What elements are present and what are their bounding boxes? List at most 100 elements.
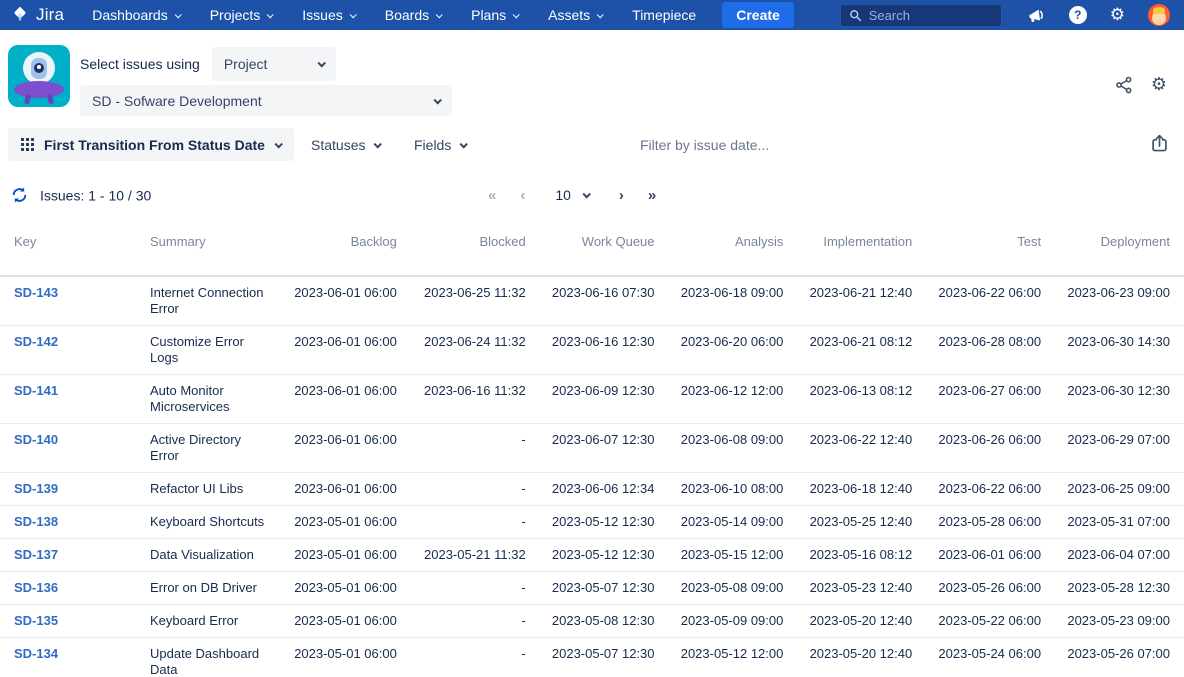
transition-date-cell: 2023-06-21 12:40 (809, 285, 913, 300)
transition-date-cell: 2023-06-30 12:30 (1055, 374, 1184, 424)
transition-date-cell: 2023-05-08 09:00 (668, 571, 798, 605)
issue-key-link[interactable]: SD-143 (14, 285, 58, 300)
transition-date-cell: 2023-05-28 12:30 (1055, 571, 1184, 605)
issue-date-filter-input[interactable] (640, 128, 860, 161)
transition-date-cell: 2023-06-07 12:30 (539, 423, 669, 473)
transition-date-cell: 2023-05-12 12:30 (539, 505, 669, 539)
transition-date-cell: 2023-06-06 12:34 (539, 472, 669, 506)
issue-key-link[interactable]: SD-134 (14, 646, 58, 661)
nav-item-boards[interactable]: Boards (385, 7, 443, 23)
issue-source-dropdown[interactable]: Project (211, 47, 336, 81)
grid-icon (21, 138, 34, 151)
chevron-down-icon (582, 190, 591, 199)
table-row: SD-134 Update Dashboard Data 2023-05-01 06… (0, 637, 1184, 677)
issue-key-link[interactable]: SD-135 (14, 613, 58, 628)
user-avatar[interactable] (1148, 4, 1170, 26)
table-row: SD-140 Active Directory Error 2023-06-01 0… (0, 423, 1184, 473)
help-icon[interactable]: ? (1068, 6, 1087, 24)
transition-date-cell: 2023-06-29 07:00 (1055, 423, 1184, 473)
transition-date-cell: 2023-05-01 06:00 (282, 505, 411, 539)
transition-date-cell: 2023-06-01 06:00 (282, 423, 411, 473)
pagination-controls: « ‹ 10 › » (488, 187, 656, 203)
transition-date-cell: 2023-05-08 12:30 (539, 604, 669, 638)
transition-date-cell: 2023-06-20 06:00 (668, 325, 798, 375)
transition-date-cell: 2023-06-18 09:00 (680, 285, 784, 300)
first-page-button[interactable]: « (488, 188, 496, 203)
issue-summary: Internet Connection Error (150, 285, 264, 316)
nav-item-projects[interactable]: Projects (210, 7, 275, 23)
transition-date-cell: 2023-06-16 07:30 (551, 285, 655, 300)
fields-dropdown[interactable]: Fields (414, 128, 469, 161)
jira-logo[interactable]: Jira (10, 5, 64, 25)
transition-date-cell: 2023-06-22 06:00 (926, 472, 1056, 506)
transition-date-cell: - (410, 472, 540, 506)
column-header-deployment: Deployment (1055, 222, 1184, 277)
issues-table: Key Summary Backlog Blocked Work Queue Analys… (0, 222, 1184, 677)
chevron-down-icon (266, 10, 275, 18)
nav-item-assets[interactable]: Assets (548, 7, 604, 23)
gadget-header: Select issues using Project SD - Sofware… (0, 30, 1184, 128)
issue-key-link[interactable]: SD-137 (14, 547, 58, 562)
gadget-settings-gear-icon[interactable]: ⚙ (1151, 76, 1167, 94)
transition-date-cell: 2023-05-28 06:00 (926, 505, 1056, 539)
issues-count-label: Issues: 1 - 10 / 30 (40, 187, 152, 203)
nav-item-issues[interactable]: Issues (302, 7, 357, 23)
issue-key-link[interactable]: SD-136 (14, 580, 58, 595)
transition-date-cell: - (410, 571, 540, 605)
transition-date-cell: 2023-05-01 06:00 (282, 637, 411, 677)
transition-date-cell: 2023-06-24 11:32 (410, 325, 540, 375)
nav-item-timepiece[interactable]: Timepiece (632, 7, 696, 23)
share-icon[interactable] (1114, 75, 1134, 95)
issue-key-link[interactable]: SD-140 (14, 432, 58, 447)
statuses-dropdown[interactable]: Statuses (311, 128, 383, 161)
chevron-down-icon (512, 10, 520, 18)
chevron-down-icon (459, 139, 469, 149)
column-header-summary: Summary (150, 222, 282, 277)
navbar-icons: ? ⚙ (1027, 4, 1170, 26)
project-dropdown[interactable]: SD - Sofware Development (80, 85, 452, 116)
megaphone-icon[interactable] (1027, 6, 1046, 25)
primary-nav: Dashboards Projects Issues Boards Plans Asset… (92, 7, 696, 23)
issue-key-link[interactable]: SD-139 (14, 481, 58, 496)
issue-summary: Customize Error Logs (150, 325, 282, 375)
transition-date-cell: 2023-06-28 08:00 (926, 325, 1056, 375)
table-row: SD-136 Error on DB Driver 2023-05-01 06:00… (0, 571, 1184, 605)
issue-key-link[interactable]: SD-141 (14, 383, 58, 398)
chevron-down-icon (274, 139, 283, 149)
transition-date-cell: - (410, 505, 540, 539)
settings-gear-icon[interactable]: ⚙ (1110, 6, 1125, 24)
transition-date-cell: 2023-06-13 08:12 (797, 374, 927, 424)
page-size-dropdown[interactable]: 10 (549, 187, 595, 203)
prev-page-button[interactable]: ‹ (520, 188, 525, 203)
table-row: SD-138 Keyboard Shortcuts 2023-05-01 06:00… (0, 505, 1184, 539)
jira-logo-icon (10, 5, 30, 25)
column-header-key: Key (0, 222, 150, 277)
export-icon[interactable] (1149, 133, 1170, 154)
table-header-row: Key Summary Backlog Blocked Work Queue Analys… (0, 222, 1184, 277)
transition-date-cell: 2023-06-01 06:00 (282, 374, 411, 424)
issue-key-link[interactable]: SD-138 (14, 514, 58, 529)
last-page-button[interactable]: » (648, 188, 656, 203)
table-row: SD-135 Keyboard Error 2023-05-01 06:00-202… (0, 604, 1184, 638)
select-issues-label: Select issues using (80, 56, 200, 72)
column-header-analysis: Analysis (668, 222, 798, 277)
issue-summary: Refactor UI Libs (150, 472, 282, 506)
field-selector-dropdown[interactable]: First Transition From Status Date (8, 128, 294, 161)
column-header-test: Test (926, 222, 1056, 277)
transition-date-cell: 2023-05-26 07:00 (1055, 637, 1184, 677)
transition-date-cell: 2023-06-25 11:32 (424, 285, 526, 300)
issue-key-link[interactable]: SD-142 (14, 334, 58, 349)
create-button[interactable]: Create (722, 2, 794, 28)
toolbar: First Transition From Status Date Status… (0, 128, 1184, 168)
transition-date-cell: 2023-06-25 09:00 (1055, 472, 1184, 506)
refresh-icon[interactable] (10, 186, 29, 205)
issue-summary: Auto Monitor Microservices (150, 374, 282, 424)
nav-item-plans[interactable]: Plans (471, 7, 520, 23)
transition-date-cell: 2023-05-31 07:00 (1055, 505, 1184, 539)
global-search[interactable] (839, 3, 1002, 27)
search-input[interactable] (868, 7, 993, 23)
nav-item-dashboards[interactable]: Dashboards (92, 7, 182, 23)
transition-date-cell: 2023-05-07 12:30 (539, 637, 669, 677)
transition-date-cell: 2023-06-10 08:00 (668, 472, 798, 506)
next-page-button[interactable]: › (619, 188, 624, 203)
